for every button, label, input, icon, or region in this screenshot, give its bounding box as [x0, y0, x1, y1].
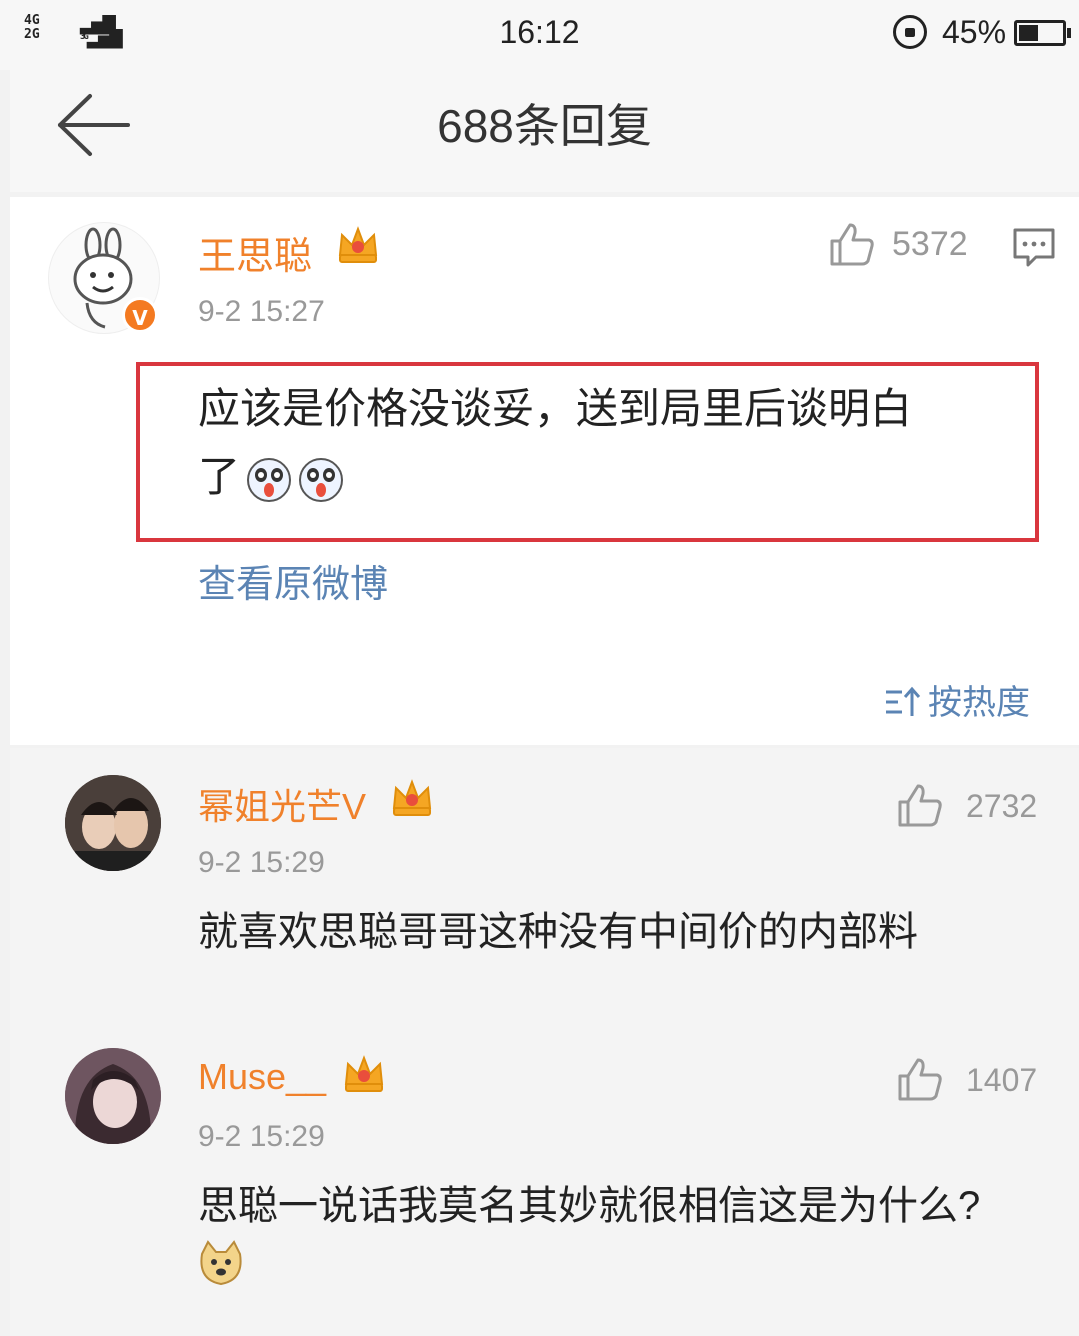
author-name[interactable]: Muse__ — [198, 1056, 326, 1098]
top-nav-bar: 688条回复 — [10, 70, 1079, 192]
comment-text: 思聪一说话我莫名其妙就很相信这是为什么? — [198, 1184, 981, 1228]
comment-text-line-1: 应该是价格没谈妥，送到局里后谈明白 — [198, 385, 913, 432]
comment-text: 应该是价格没谈妥，送到局里后谈明白 了 — [198, 375, 1038, 511]
avatar[interactable] — [65, 775, 161, 871]
like-count: 1407 — [966, 1062, 1038, 1098]
avatar[interactable] — [65, 1048, 161, 1144]
like-count: 5372 — [892, 225, 968, 263]
crown-icon — [392, 779, 432, 816]
author-name[interactable]: 王思聪 — [198, 225, 312, 280]
like-count: 2732 — [966, 788, 1038, 824]
thumbs-up-icon[interactable] — [896, 782, 944, 828]
battery-percent: 45% — [942, 14, 1007, 50]
sort-label: 按热度 — [928, 683, 1030, 723]
comment-time: 9-2 15:29 — [198, 846, 325, 879]
main-comment: V 王思聪 9-2 15:27 5372 应该是价格没谈妥，送到局里后谈明白 了 — [10, 197, 1079, 745]
thumbs-up-icon[interactable] — [896, 1056, 944, 1102]
doge-emoji-icon — [200, 1240, 242, 1286]
rotation-lock-icon — [893, 15, 927, 49]
two-men-photo-avatar — [65, 775, 161, 871]
comment-text-line-2-text: 了 — [198, 453, 241, 500]
sort-by-popularity-button[interactable]: 按热度 — [884, 675, 1030, 724]
thumbs-up-icon[interactable] — [828, 221, 876, 267]
reply-list: 幂姐光芒V 9-2 15:29 2732 就喜欢思聪哥哥这种没有中间价的内部料 … — [10, 748, 1079, 1336]
comment-time: 9-2 15:27 — [198, 295, 325, 328]
view-original-link[interactable]: 查看原微博 — [198, 553, 388, 608]
crown-icon — [338, 226, 378, 263]
girl-portrait-avatar — [65, 1048, 161, 1144]
crown-icon — [344, 1055, 384, 1092]
comment-icon[interactable] — [1012, 227, 1056, 267]
comment-text-line-2: 了 — [198, 443, 1038, 511]
verified-badge: V — [122, 297, 158, 333]
sort-icon — [886, 686, 921, 716]
status-bar: 4G 2G ▂▄▆ 3G▂▄▆ 16:12 45% — [0, 0, 1079, 70]
page-title: 688条回复 — [437, 100, 652, 152]
battery-icon — [1014, 20, 1071, 46]
panda-shock-emoji-icon — [299, 457, 344, 502]
panda-shock-emoji-icon — [247, 457, 292, 502]
battery-fill — [1019, 25, 1038, 41]
comment-text: 就喜欢思聪哥哥这种没有中间价的内部料 — [198, 910, 918, 954]
comment-time: 9-2 15:29 — [198, 1120, 325, 1153]
author-name[interactable]: 幂姐光芒V — [198, 778, 366, 830]
